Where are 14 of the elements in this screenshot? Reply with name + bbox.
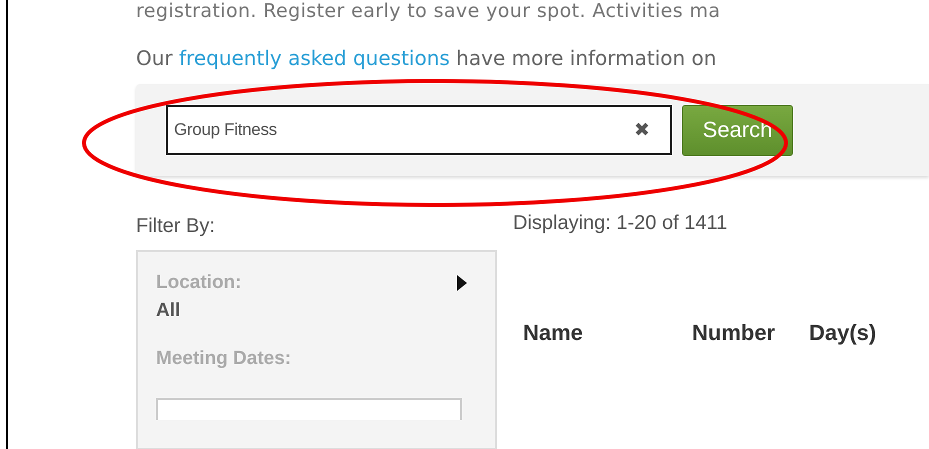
column-header: Number	[692, 320, 776, 347]
filter-label: Meeting Dates:	[156, 348, 292, 370]
filter-title: Filter By:	[136, 215, 216, 238]
filter-value: All	[156, 300, 182, 322]
search-field[interactable]: Group Fitness ✖	[166, 105, 672, 155]
clear-button[interactable]: ✖	[634, 118, 650, 142]
column-header: Name	[523, 320, 584, 347]
intro-text: registration. Register early to save your spot. Activities ma	[136, 0, 722, 22]
expand-arrow-icon[interactable]	[457, 275, 467, 291]
faq-sentence: Our frequently asked questions have more information on	[136, 46, 718, 70]
filter-label: Location:	[156, 272, 242, 294]
column-header: Day(s)	[809, 320, 878, 347]
date-field[interactable]	[156, 398, 462, 420]
results-count: Displaying: 1-20 of 1411	[513, 212, 728, 236]
